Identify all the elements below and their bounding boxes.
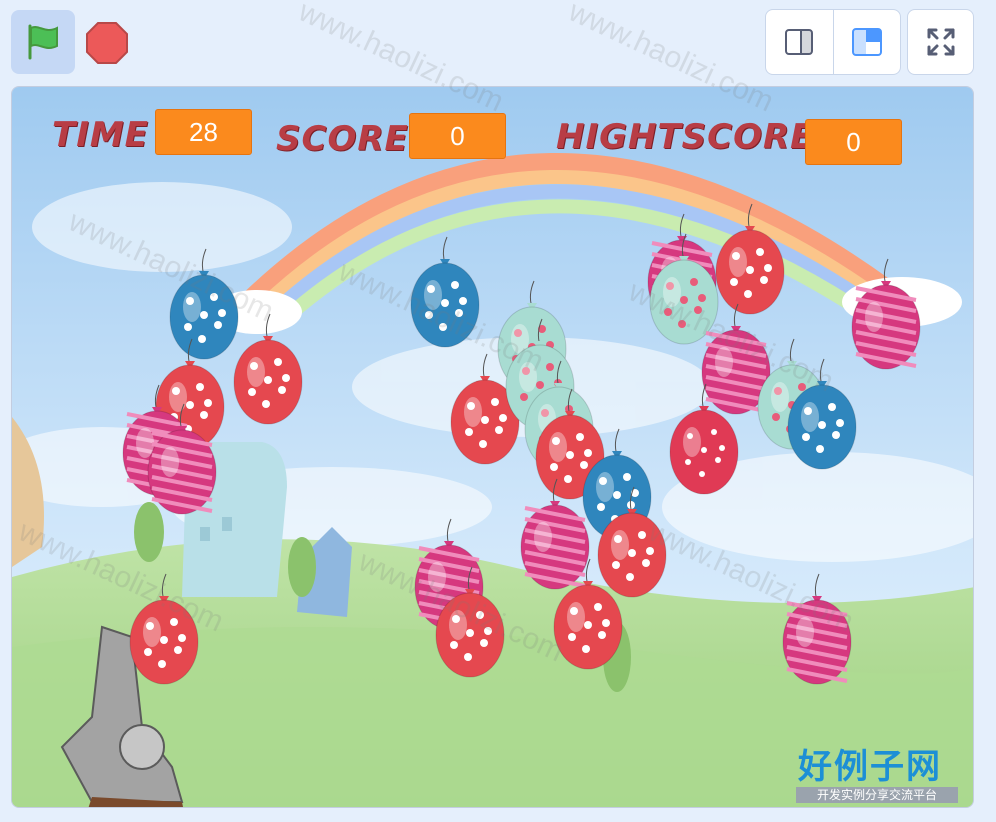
watermark-logo-title: 好例子网 xyxy=(798,747,942,787)
balloon xyxy=(410,236,480,348)
game-stage[interactable]: TIME 28 SCORE 0 HIGHTSCORE 0 好例子网 开发实例分享… xyxy=(11,86,974,808)
stage-layout-toggle xyxy=(765,9,901,75)
stop-sign-icon xyxy=(86,22,128,64)
balloon xyxy=(782,573,852,685)
watermark-logo-subtitle: 开发实例分享交流平台 xyxy=(796,787,958,803)
score-label: SCORE xyxy=(276,119,409,159)
fullscreen-icon xyxy=(927,28,954,56)
time-value: 28 xyxy=(155,109,252,155)
green-flag-button[interactable] xyxy=(11,10,75,74)
small-stage-icon xyxy=(785,29,814,55)
time-label: TIME xyxy=(52,115,149,155)
balloon xyxy=(233,313,303,425)
watermark-logo: 好例子网 开发实例分享交流平台 xyxy=(796,747,966,807)
fullscreen-button[interactable] xyxy=(907,9,974,75)
small-stage-button[interactable] xyxy=(766,10,833,74)
normal-stage-button[interactable] xyxy=(832,10,901,74)
balloon xyxy=(715,203,785,315)
score-value: 0 xyxy=(409,113,506,159)
balloon-layer xyxy=(122,203,921,685)
balloon xyxy=(851,258,921,370)
balloon xyxy=(129,573,199,685)
highscore-label: HIGHTSCORE xyxy=(556,117,815,157)
stop-button[interactable] xyxy=(84,20,130,66)
normal-stage-icon xyxy=(851,28,882,56)
green-flag-icon xyxy=(28,24,58,60)
highscore-value: 0 xyxy=(805,119,902,165)
balloon xyxy=(169,248,239,360)
